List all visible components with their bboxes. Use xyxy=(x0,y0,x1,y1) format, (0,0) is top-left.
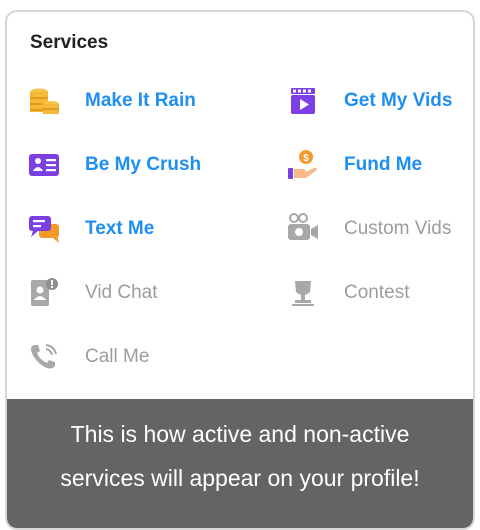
service-get-my-vids[interactable]: Get My Vids xyxy=(286,84,452,118)
service-label: Custom Vids xyxy=(344,218,452,239)
service-be-my-crush[interactable]: Be My Crush xyxy=(27,148,201,182)
service-label: Call Me xyxy=(85,346,150,367)
tooltip-line-1: This is how active and non-active xyxy=(70,421,410,447)
service-label: Be My Crush xyxy=(85,154,202,175)
service-label: Get My Vids xyxy=(344,90,453,111)
service-label: Fund Me xyxy=(344,154,423,175)
service-custom-vids[interactable]: Custom Vids xyxy=(286,212,451,246)
video-camera-icon xyxy=(286,212,320,246)
phone-call-icon xyxy=(27,340,61,374)
service-label: Text Me xyxy=(85,218,155,239)
chat-bubbles-icon xyxy=(27,212,61,246)
svg-text:$: $ xyxy=(303,153,309,164)
service-call-me[interactable]: Call Me xyxy=(27,340,149,374)
service-vid-chat[interactable]: Vid Chat xyxy=(27,276,158,310)
tooltip-line-2: services will appear on your profile! xyxy=(60,465,420,491)
profile-card-icon xyxy=(27,148,61,182)
service-label: Vid Chat xyxy=(85,282,158,303)
service-make-it-rain[interactable]: Make It Rain xyxy=(27,84,196,118)
hand-coin-icon: $ xyxy=(286,148,320,182)
trophy-icon xyxy=(286,276,320,310)
service-label: Contest xyxy=(344,282,410,303)
video-chat-alert-icon xyxy=(27,276,61,310)
info-tooltip: This is how active and non-active servic… xyxy=(7,399,473,528)
section-title: Services xyxy=(30,32,109,53)
services-card: Services Make It Rain Get My Vids Be My … xyxy=(5,10,475,530)
service-text-me[interactable]: Text Me xyxy=(27,212,154,246)
service-contest[interactable]: Contest xyxy=(286,276,409,310)
service-fund-me[interactable]: $ Fund Me xyxy=(286,148,422,182)
service-label: Make It Rain xyxy=(85,90,196,111)
coins-icon xyxy=(27,84,61,118)
video-play-icon xyxy=(286,84,320,118)
